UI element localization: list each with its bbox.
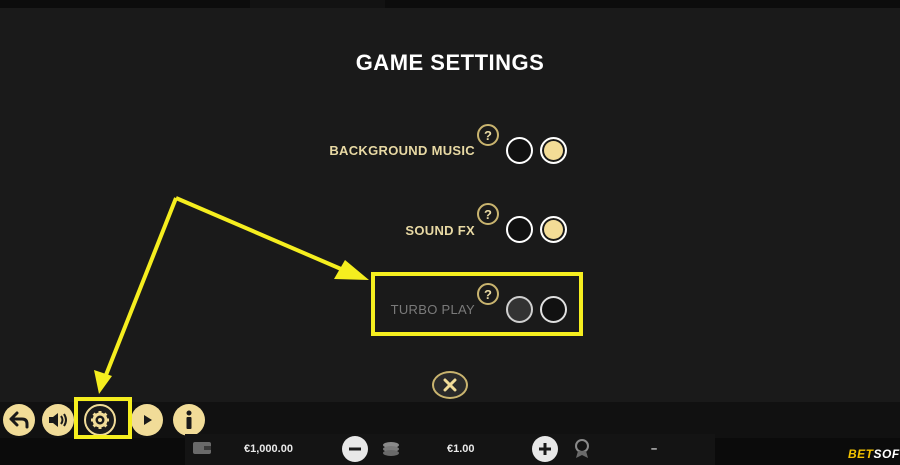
arrow-line-to-settings — [102, 197, 178, 381]
arrow-line-to-turbo — [175, 196, 356, 277]
arrow-head-to-settings — [94, 370, 112, 394]
arrow-head-to-turbo — [334, 260, 369, 280]
annotation-arrows — [94, 196, 369, 394]
